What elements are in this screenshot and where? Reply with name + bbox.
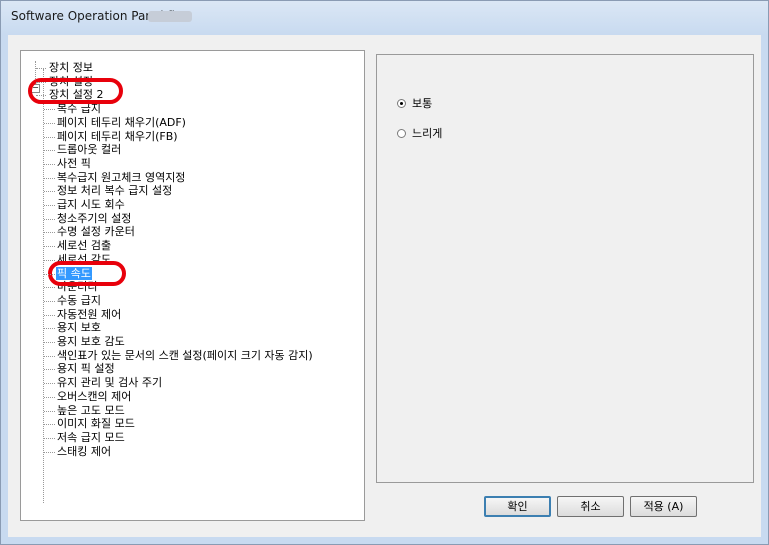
- tree-item[interactable]: 이미지 화질 모드: [56, 417, 136, 430]
- window-frame-bottom: [1, 537, 768, 544]
- tree-item[interactable]: 장치 정보: [48, 61, 94, 74]
- tree-connector: [44, 328, 55, 330]
- tree-item[interactable]: 복수급지 원고체크 영역지정: [56, 171, 186, 184]
- software-operation-panel-window: Software Operation Panel fi- − 장치 정보 장치 설…: [0, 0, 769, 545]
- tree-connector: [44, 109, 55, 111]
- tree-item[interactable]: 색인표가 있는 문서의 스캔 설정(페이지 크기 자동 감지): [56, 349, 314, 362]
- tree-connector: [44, 287, 55, 289]
- tree-connector: [44, 246, 55, 248]
- tree-item[interactable]: 저속 급지 모드: [56, 431, 126, 444]
- tree-item[interactable]: 정보 처리 복수 급지 설정: [56, 184, 173, 197]
- tree-connector: [44, 369, 55, 371]
- tree-item[interactable]: 세로선 검출: [56, 239, 112, 252]
- highlight-oval-pick-speed: [48, 261, 126, 286]
- tree-connector: [44, 410, 55, 412]
- tree-connector: [44, 163, 55, 165]
- tree-connector: [44, 273, 55, 275]
- redacted-model-name: [148, 11, 192, 22]
- tree-item[interactable]: 청소주기의 설정: [56, 212, 132, 225]
- tree-connector: [44, 300, 55, 302]
- tree-item[interactable]: 용지 보호 감도: [56, 335, 126, 348]
- window-frame-right: [761, 35, 768, 544]
- tree-connector: [44, 232, 55, 234]
- apply-button[interactable]: 적용 (A): [630, 496, 697, 517]
- radio-slow-label: 느리게: [412, 127, 443, 140]
- tree-connector: [44, 314, 55, 316]
- tree-connector: [44, 355, 55, 357]
- radio-normal[interactable]: 보통: [397, 95, 432, 111]
- tree-connector: [44, 191, 55, 193]
- tree-item[interactable]: 복수 급지: [56, 102, 102, 115]
- radio-slow[interactable]: 느리게: [397, 125, 442, 141]
- tree-connector: [44, 122, 55, 124]
- title-bar[interactable]: Software Operation Panel fi-: [1, 1, 768, 35]
- tree-item[interactable]: 높은 고도 모드: [56, 404, 126, 417]
- tree-connector: [36, 95, 46, 97]
- radio-normal-label: 보통: [412, 97, 433, 110]
- tree-item[interactable]: 수동 급지: [56, 294, 102, 307]
- tree-connector: [44, 150, 55, 152]
- tree-connector: [44, 437, 55, 439]
- window-frame-left: [1, 35, 8, 544]
- tree-connector: [44, 396, 55, 398]
- tree-connector: [44, 259, 55, 261]
- tree-connector: [44, 424, 55, 426]
- radio-slow-dot-icon[interactable]: [397, 128, 406, 138]
- radio-normal-dot-icon[interactable]: [397, 98, 406, 108]
- tree-item[interactable]: 페이지 테두리 채우기(FB): [56, 130, 179, 143]
- tree-connector: [36, 81, 46, 83]
- cancel-button[interactable]: 취소: [557, 496, 624, 517]
- tree-connector: [44, 451, 55, 453]
- tree-connector: [44, 218, 55, 220]
- tree-item[interactable]: 급지 시도 회수: [56, 198, 126, 211]
- tree-connector: [44, 177, 55, 179]
- tree-connector: [44, 205, 55, 206]
- tree-item[interactable]: 페이지 테두리 채우기(ADF): [56, 116, 187, 129]
- tree-connector: [36, 68, 46, 69]
- tree-item[interactable]: 오버스캔의 제어: [56, 390, 132, 403]
- ok-button[interactable]: 확인: [484, 496, 551, 517]
- options-panel: 보통 느리게: [376, 54, 754, 483]
- tree-item[interactable]: 유지 관리 및 검사 주기: [56, 376, 163, 389]
- tree-item[interactable]: 스태킹 제어: [56, 445, 112, 458]
- tree-item[interactable]: 드롭아웃 컬러: [56, 143, 122, 156]
- tree-item[interactable]: 자동전원 제어: [56, 308, 122, 321]
- tree-connector: [44, 136, 55, 138]
- tree-item[interactable]: 용지 픽 설정: [56, 362, 116, 375]
- tree-item[interactable]: 용지 보호: [56, 321, 102, 334]
- settings-tree[interactable]: − 장치 정보 장치 설정 장치 설정 2 복수 급지 페이지 테두리 채우기(ADF)…: [20, 50, 365, 521]
- tree-item[interactable]: 수명 설정 카운터: [56, 225, 136, 238]
- tree-item[interactable]: 사전 픽: [56, 157, 92, 170]
- tree-connector: [44, 383, 55, 385]
- tree-connector: [44, 342, 55, 343]
